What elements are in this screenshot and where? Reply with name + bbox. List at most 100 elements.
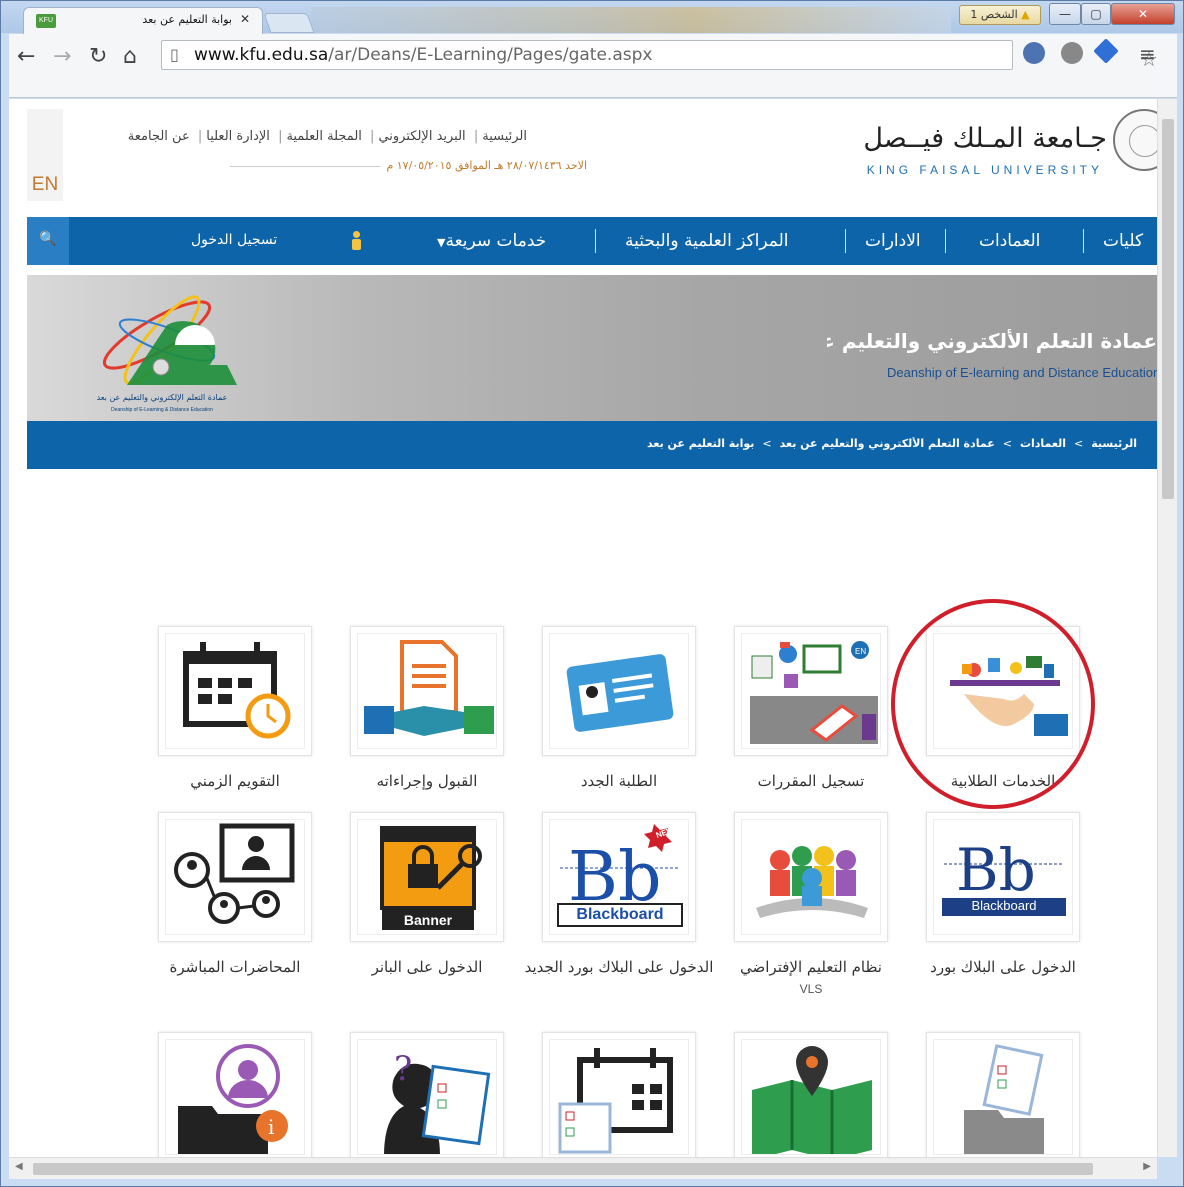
reload-icon[interactable]: ↻ <box>89 44 107 69</box>
extension-diamond-icon[interactable] <box>1093 38 1119 64</box>
login-link[interactable]: تسجيل الدخول <box>191 232 277 248</box>
person-icon <box>351 231 361 251</box>
tile-image-frame: ? <box>350 1032 504 1157</box>
vertical-scrollbar[interactable] <box>1157 99 1177 1157</box>
breadcrumb-deanships[interactable]: العمادات <box>1020 437 1066 450</box>
nav-quick-services[interactable]: خدمات سريعة▼ <box>431 231 546 251</box>
top-link-home[interactable]: الرئيسية <box>482 129 527 144</box>
checklist-folder-icon <box>964 1044 1044 1154</box>
university-name-english: KING FAISAL UNIVERSITY <box>866 163 1103 177</box>
tile-sublabel: VLS <box>799 982 823 996</box>
breadcrumb-home[interactable]: الرئيسية <box>1091 437 1137 450</box>
elearning-logo-icon <box>102 295 237 385</box>
breadcrumb-separator: > <box>1002 437 1012 450</box>
tile-image-frame <box>734 1032 888 1157</box>
svg-text:EN: EN <box>855 647 866 656</box>
svg-text:i: i <box>268 1115 274 1139</box>
tab-close-icon[interactable]: ✕ <box>240 12 250 26</box>
blackboard-logo-text: Blackboard <box>971 898 1037 913</box>
extension-globe-icon[interactable] <box>1061 42 1083 64</box>
nav-separator <box>845 229 846 253</box>
english-language-link[interactable]: EN <box>27 109 63 201</box>
tile-label: نظام التعليم الإفتراضي VLS <box>714 956 908 1000</box>
top-link-journal[interactable]: المجلة العلمية <box>286 129 361 144</box>
tile-image-frame: Bb Blackboard <box>926 812 1080 942</box>
nav-departments[interactable]: الادارات <box>865 231 921 251</box>
search-icon[interactable]: 🔍 <box>27 217 69 265</box>
scroll-right-icon[interactable]: ▶ <box>1143 1161 1151 1172</box>
logo-caption-arabic: عمادة التعلم الإلكتروني والتعليم عن بعد <box>96 393 228 402</box>
date-text: الاحد ٢٨/٠٧/١٤٣٦ هـ الموافق ١٧/٠٥/٢٠١٥ م <box>386 159 587 172</box>
tab-title: بوابة التعليم عن بعد <box>142 13 232 26</box>
breadcrumb-deanship[interactable]: عمادة التعلم الألكتروني والتعليم عن بعد <box>780 437 995 450</box>
breadcrumb-separator: > <box>1074 437 1084 450</box>
tile-image-frame <box>734 812 888 942</box>
question-checklist-icon: ? <box>384 1049 491 1154</box>
tile-image-frame <box>542 626 696 756</box>
new-tab-button[interactable] <box>263 13 315 33</box>
top-link-email[interactable]: البريد الإلكتروني <box>378 129 465 144</box>
live-lectures-icon <box>174 823 295 924</box>
chrome-menu-icon[interactable]: ≡ <box>1139 42 1156 66</box>
virtual-classroom-icon <box>756 846 868 918</box>
top-link-about[interactable]: عن الجامعة <box>128 129 190 144</box>
calendar-checklist-icon <box>558 1048 673 1154</box>
page-icon: ▯ <box>170 45 179 64</box>
nav-separator <box>595 229 596 253</box>
breadcrumb-separator: > <box>762 437 772 450</box>
highlight-annotation-circle <box>891 599 1095 809</box>
maximize-button[interactable]: ▢ <box>1081 3 1111 25</box>
nav-quick-services-label: خدمات سريعة <box>445 231 547 251</box>
url-host: www.kfu.edu.sa <box>194 45 329 65</box>
horizontal-scrollbar-thumb[interactable] <box>33 1163 1093 1175</box>
tile-label: الدخول على البلاك بورد <box>930 958 1076 976</box>
profile-button[interactable]: الشخص 1 ▲ <box>959 5 1041 25</box>
tile-image-frame: Banner <box>350 812 504 942</box>
nav-deanships[interactable]: العمادات <box>979 231 1040 251</box>
calendar-clock-icon <box>183 642 291 739</box>
nav-colleges[interactable]: كليات <box>1103 231 1143 251</box>
url-text[interactable]: www.kfu.edu.sa/ar/Deans/E-Learning/Pages… <box>194 45 652 65</box>
browser-toolbar: ← → ↻ ⌂ ▯ www.kfu.edu.sa/ar/Deans/E-Lear… <box>9 34 1177 98</box>
horizontal-scrollbar[interactable]: ◀ ▶ <box>9 1157 1157 1179</box>
deanship-banner: عمادة التعلم الإلكتروني والتعليم عن بعد … <box>27 275 1157 421</box>
browser-window: KFU بوابة التعليم عن بعد ✕ الشخص 1 ▲ — ▢… <box>0 0 1184 1187</box>
banner-logo-text: Banner <box>403 912 453 928</box>
tile-label-text: نظام التعليم الإفتراضي <box>740 958 882 976</box>
logo-caption-english: Deanship of E-Learning & Distance Educat… <box>111 407 213 413</box>
extension-user-icon[interactable] <box>1023 42 1045 64</box>
course-registration-icon: EN <box>750 641 878 744</box>
breadcrumb-trail: الرئيسية > العمادات > عمادة التعلم الألكترون… <box>647 437 1157 450</box>
close-window-button[interactable]: ✕ <box>1111 3 1175 25</box>
site-header: EN الرئيسية| البريد الإلكتروني| المجلة ا… <box>27 109 1157 201</box>
browser-tab[interactable]: KFU بوابة التعليم عن بعد ✕ <box>23 7 263 34</box>
tile-image-frame <box>158 812 312 942</box>
warning-icon: ▲ <box>1021 8 1030 21</box>
home-icon[interactable]: ⌂ <box>123 44 137 69</box>
banner-title-arabic: عمادة التعلم الألكتروني والتعليم عن بعد <box>827 329 1157 353</box>
forward-arrow-icon[interactable]: → <box>53 44 71 69</box>
tile-image-frame: i <box>158 1032 312 1157</box>
tile-label: الدخول على البلاك بورد الجديد <box>524 958 714 976</box>
university-name-arabic: جـامعة المـلك فيــصل <box>863 123 1107 154</box>
scroll-left-icon[interactable]: ◀ <box>15 1161 23 1172</box>
page-viewport: EN الرئيسية| البريد الإلكتروني| المجلة ا… <box>9 99 1157 1157</box>
back-arrow-icon[interactable]: ← <box>17 44 35 69</box>
top-link-management[interactable]: الإدارة العليا <box>206 129 270 144</box>
tile-label: تسجيل المقررات <box>757 772 865 790</box>
top-links: الرئيسية| البريد الإلكتروني| المجلة العل… <box>127 129 527 144</box>
tile-image-frame: Bb Blackboard NEW <box>542 812 696 942</box>
tile-image-frame <box>542 1032 696 1157</box>
tile-label: المحاضرات المباشرة <box>169 958 301 976</box>
tile-image-frame <box>158 626 312 756</box>
tile-label: الطلبة الجدد <box>580 772 658 790</box>
url-path: /ar/Deans/E-Learning/Pages/gate.aspx <box>328 45 653 65</box>
university-seal-logo[interactable] <box>1113 109 1157 171</box>
id-card-icon <box>566 654 674 732</box>
address-bar[interactable]: ▯ www.kfu.edu.sa/ar/Deans/E-Learning/Pag… <box>161 40 1158 71</box>
nav-research-centers[interactable]: المراكز العلمية والبحثية <box>625 231 789 251</box>
minimize-button[interactable]: — <box>1049 3 1081 25</box>
kfu-favicon-icon: KFU <box>36 14 56 28</box>
vertical-scrollbar-thumb[interactable] <box>1162 119 1174 499</box>
profile-label: الشخص 1 <box>970 8 1018 21</box>
